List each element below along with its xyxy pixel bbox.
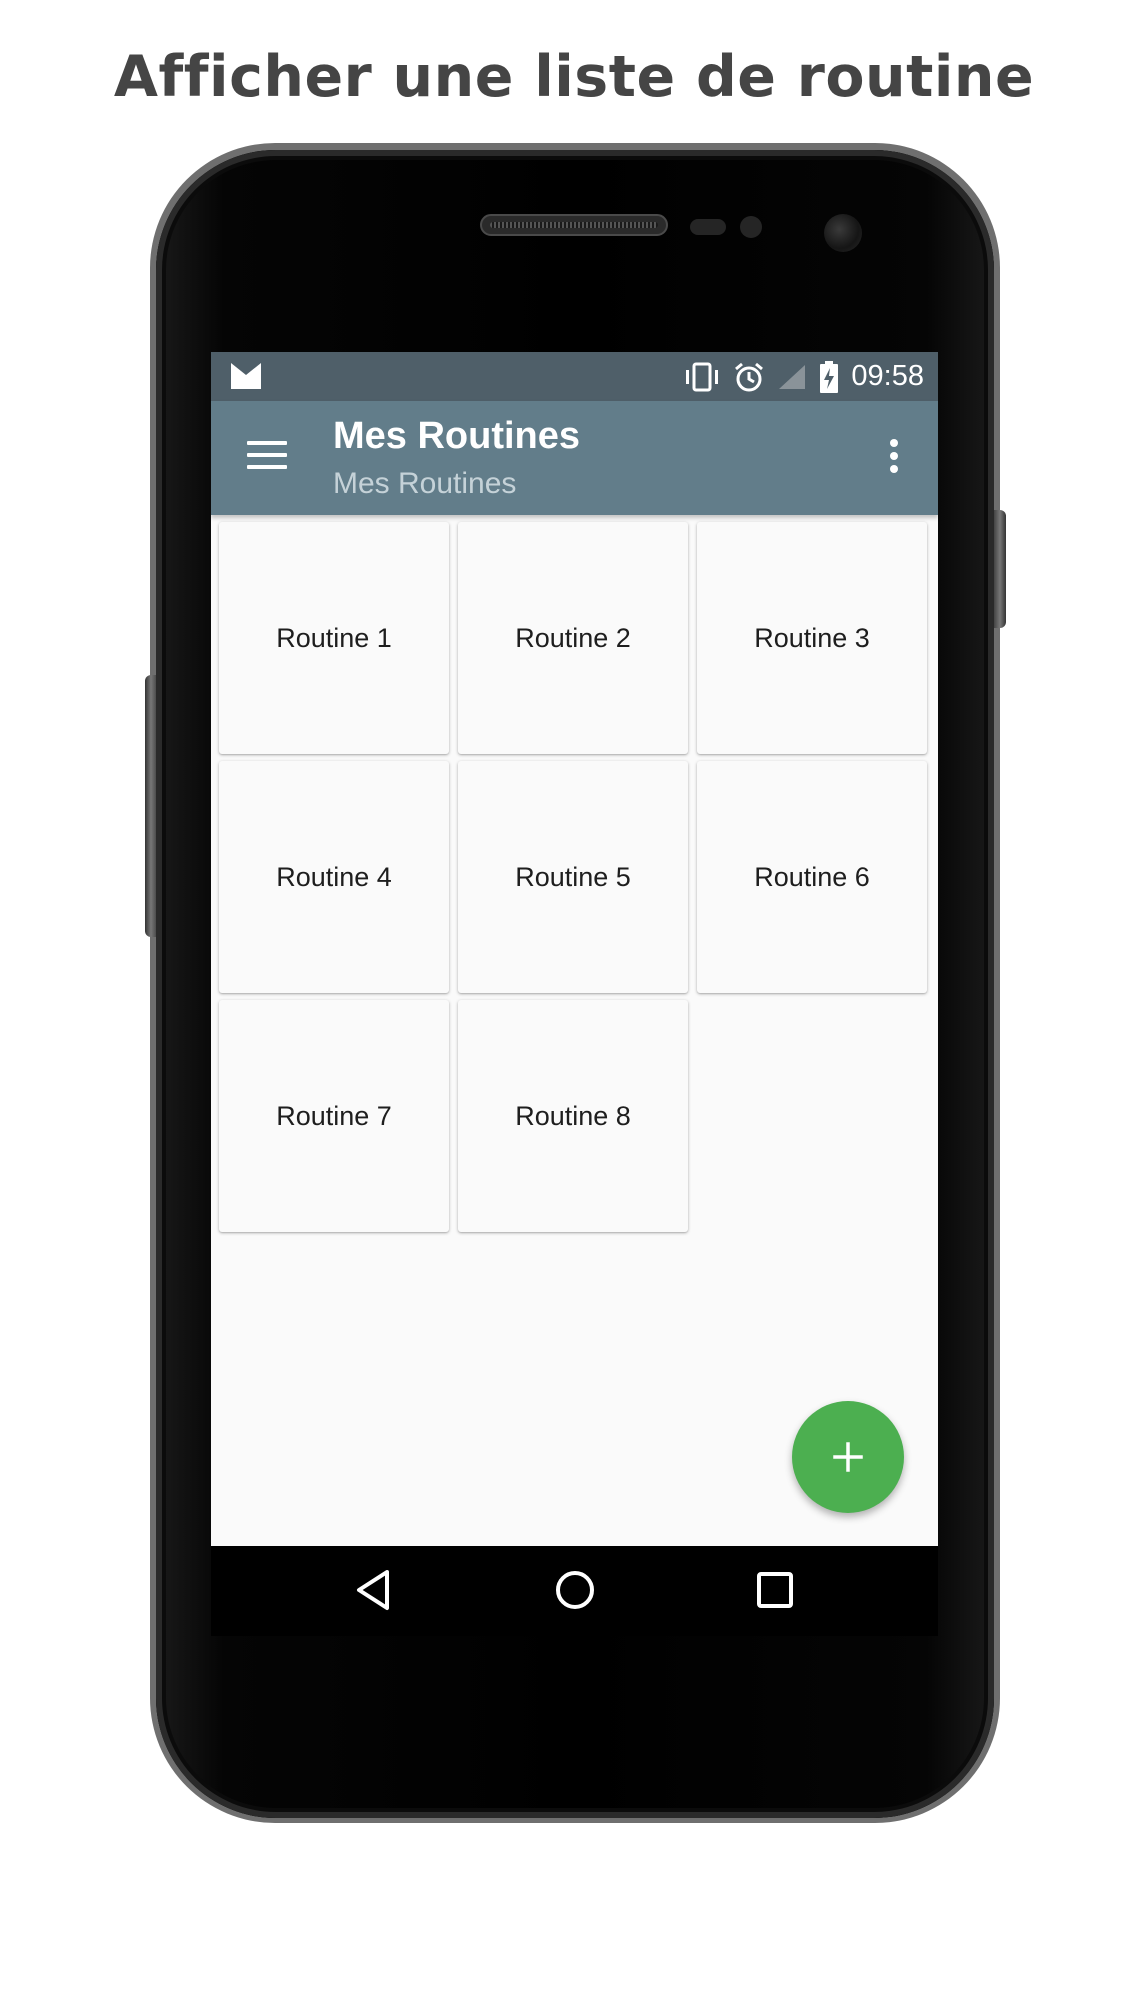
phone-speaker (480, 214, 668, 236)
overflow-menu-icon[interactable] (888, 439, 900, 479)
phone-power-button (994, 510, 1006, 628)
vibrate-icon (686, 362, 719, 391)
routine-card[interactable]: Routine 7 (219, 1000, 449, 1232)
phone-sensor (690, 219, 726, 235)
hamburger-menu-icon[interactable] (247, 441, 287, 473)
alarm-icon (735, 362, 764, 391)
app-subtitle: Mes Routines (333, 467, 517, 500)
add-routine-button[interactable] (792, 1401, 904, 1513)
routine-grid: Routine 1 Routine 2 Routine 3 Routine 4 … (219, 522, 927, 1232)
app-title: Mes Routines (333, 415, 581, 457)
battery-charging-icon (820, 360, 839, 393)
home-icon[interactable] (553, 1568, 597, 1612)
status-time: 09:58 (851, 360, 924, 392)
plus-icon (833, 1442, 863, 1472)
routine-card[interactable]: Routine 5 (458, 761, 688, 993)
routine-card[interactable]: Routine 2 (458, 522, 688, 754)
recents-icon[interactable] (755, 1568, 795, 1612)
app-bar: Mes Routines Mes Routines (211, 401, 938, 515)
phone-sensor (740, 216, 762, 238)
phone-camera (824, 214, 862, 252)
routine-card[interactable]: Routine 6 (697, 761, 927, 993)
routine-card[interactable]: Routine 3 (697, 522, 927, 754)
navigation-bar (211, 1546, 938, 1636)
signal-icon (779, 364, 806, 389)
phone-screen: 09:58 Mes Routines Mes Routines Routine … (211, 352, 938, 1546)
status-icons: 09:58 (683, 352, 924, 401)
routine-card[interactable]: Routine 4 (219, 761, 449, 993)
status-bar: 09:58 (211, 352, 938, 401)
routine-card[interactable]: Routine 8 (458, 1000, 688, 1232)
page-caption: Afficher une liste de routine (113, 44, 1035, 110)
mail-icon (231, 363, 261, 389)
routine-card[interactable]: Routine 1 (219, 522, 449, 754)
back-icon[interactable] (353, 1568, 393, 1612)
